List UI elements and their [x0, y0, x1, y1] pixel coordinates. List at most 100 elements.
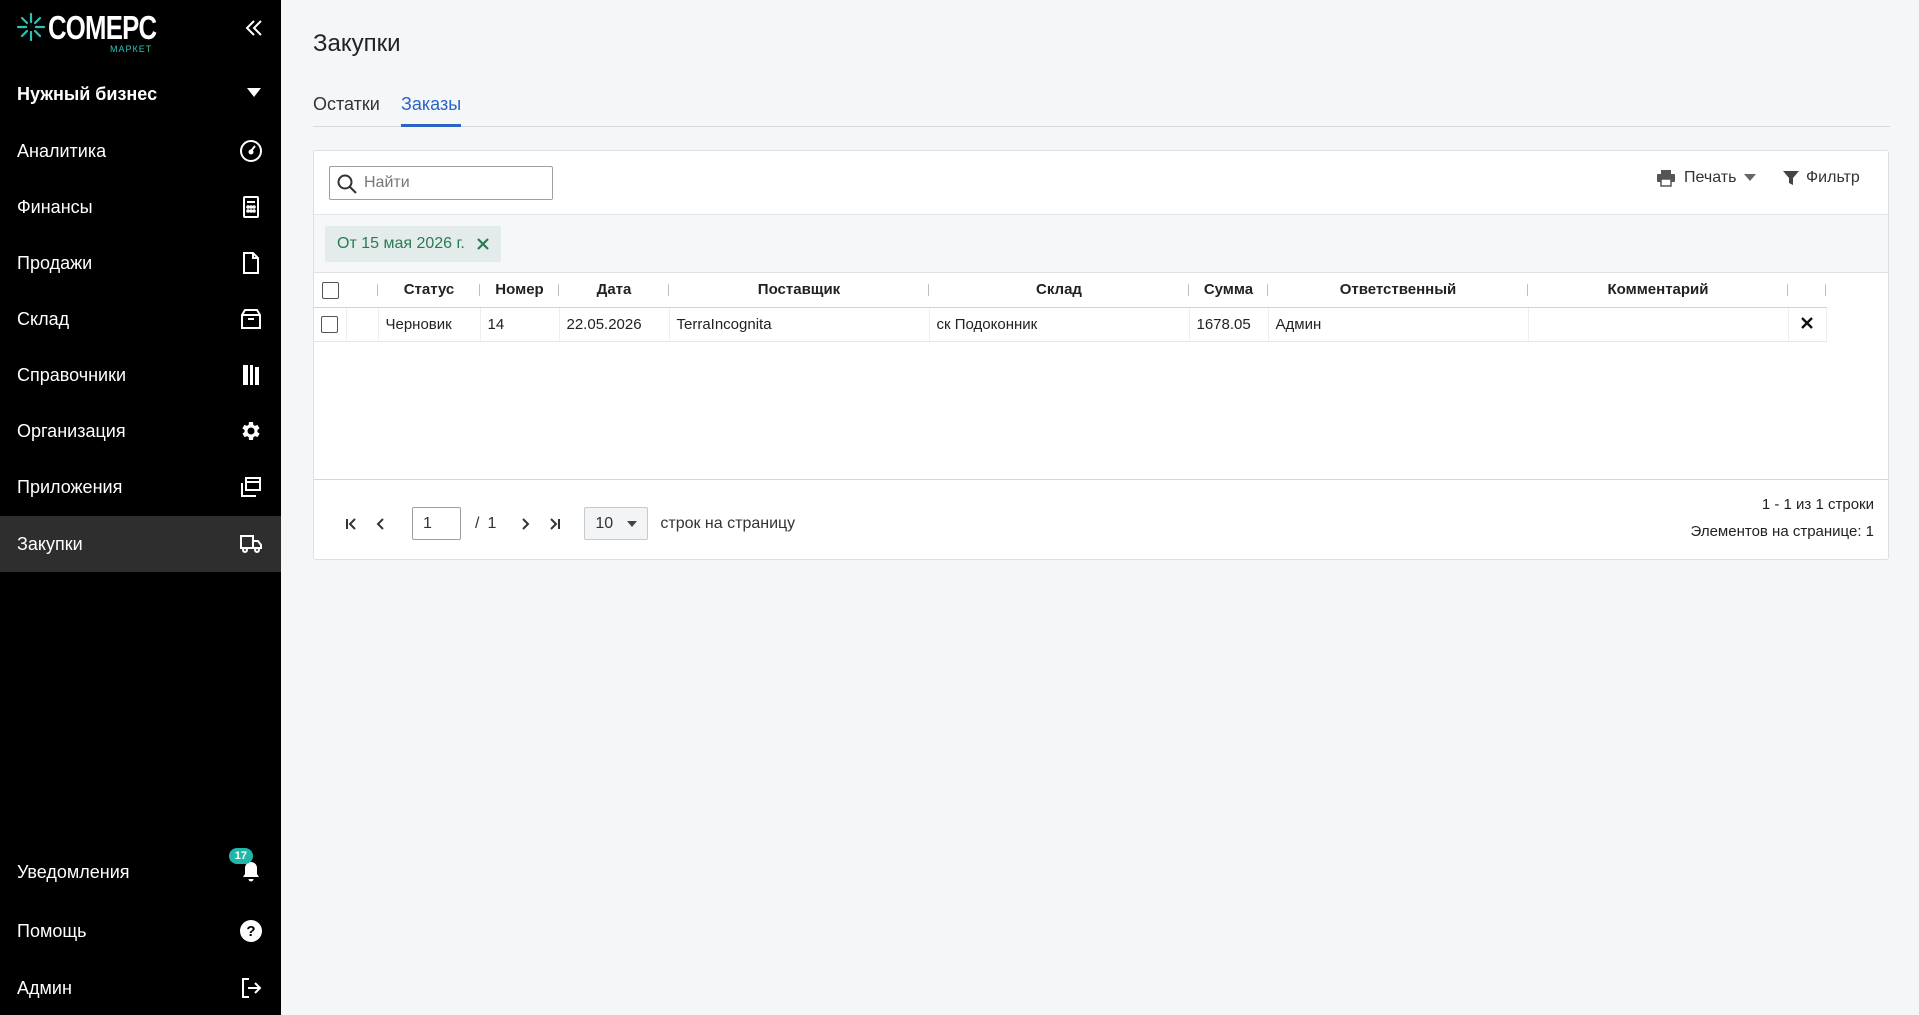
chevron-right-icon: [522, 517, 530, 530]
search-input[interactable]: [364, 174, 544, 192]
svg-text:?: ?: [246, 923, 255, 940]
printer-icon: [1657, 170, 1675, 187]
business-selector[interactable]: Нужный бизнес: [0, 72, 281, 116]
cell-responsible: Админ: [1268, 307, 1529, 342]
sidebar-item-purchases[interactable]: Закупки: [0, 516, 281, 572]
speedometer-icon: [237, 137, 265, 165]
caret-down-icon: [247, 88, 261, 97]
sidebar-item-label: Приложения: [17, 476, 123, 497]
sidebar-item-warehouse[interactable]: Склад: [0, 291, 281, 347]
sidebar-item-help[interactable]: Помощь ?: [0, 903, 281, 959]
page-separator: /: [475, 514, 480, 532]
row-checkbox[interactable]: [321, 315, 339, 333]
page-size-select[interactable]: 10: [584, 507, 649, 540]
business-name: Нужный бизнес: [17, 83, 158, 104]
brand-name: COMEPC: [48, 9, 157, 46]
sidebar: COMEPC МАРКЕТ Нужный бизнес Аналитика Фи…: [0, 0, 281, 1015]
sidebar-item-label: Продажи: [17, 252, 93, 273]
pagination: 1 / 1 10 строк на страницу: [336, 507, 795, 540]
filter-label: Фильтр: [1806, 169, 1860, 186]
sidebar-item-analytics[interactable]: Аналитика: [0, 123, 281, 179]
sidebar-item-references[interactable]: Справочники: [0, 347, 281, 403]
cell-comment: [1528, 307, 1789, 342]
column-header-comment[interactable]: Комментарий: [1528, 273, 1788, 308]
search-icon: [337, 174, 357, 194]
notifications-badge: 17: [228, 848, 253, 864]
column-header-actions: [1788, 273, 1826, 308]
calculator-icon: [237, 193, 265, 221]
first-page-button[interactable]: [336, 509, 366, 539]
document-icon: [237, 249, 265, 277]
sidebar-item-label: Склад: [17, 308, 70, 329]
cell-supplier: TerraIncognita: [669, 307, 930, 342]
column-header-warehouse[interactable]: Склад: [929, 273, 1189, 308]
cell-warehouse: ск Подоконник: [929, 307, 1190, 342]
select-all-cell: [314, 273, 346, 308]
sidebar-item-finance[interactable]: Финансы: [0, 179, 281, 235]
sidebar-item-organization[interactable]: Организация: [0, 403, 281, 459]
filter-chip-label: От 15 мая 2026 г.: [337, 235, 465, 252]
toolbar: Печать Фильтр: [314, 151, 1888, 215]
close-icon: [1801, 316, 1813, 329]
print-button[interactable]: Печать: [1656, 169, 1757, 187]
column-header-empty: [346, 273, 378, 308]
sidebar-item-label: Организация: [17, 420, 126, 441]
collapse-sidebar-button[interactable]: [240, 14, 268, 42]
tab-stock[interactable]: Остатки: [313, 94, 380, 124]
table-row[interactable]: Черновик 14 22.05.2026 TerraIncognita ск…: [314, 307, 1827, 342]
prev-page-button[interactable]: [366, 509, 396, 539]
double-chevron-left-icon: [245, 20, 262, 36]
items-per-page-info: Элементов на странице: 1: [1690, 523, 1874, 540]
filter-button[interactable]: Фильтр: [1782, 169, 1860, 187]
cell-number: 14: [480, 307, 560, 342]
caret-down-icon: [1744, 174, 1757, 181]
row-select-cell: [314, 307, 347, 342]
sidebar-item-sales[interactable]: Продажи: [0, 235, 281, 291]
column-header-responsible[interactable]: Ответственный: [1268, 273, 1528, 308]
sidebar-item-label: Аналитика: [17, 140, 107, 161]
windows-icon: [237, 473, 265, 501]
warehouse-box-icon: [237, 305, 265, 333]
column-header-number[interactable]: Номер: [480, 273, 559, 308]
rows-per-page-label: строк на страницу: [660, 514, 796, 532]
row-empty-cell: [346, 307, 379, 342]
sidebar-item-notifications[interactable]: Уведомления 17: [0, 844, 281, 900]
filter-chip-date: От 15 мая 2026 г.: [325, 226, 501, 262]
sidebar-item-apps[interactable]: Приложения: [0, 459, 281, 515]
page-size-value: 10: [595, 514, 614, 532]
help-icon: ?: [237, 917, 265, 945]
column-header-supplier[interactable]: Поставщик: [669, 273, 929, 308]
row-range: 1 - 1 из 1 строки: [1761, 496, 1874, 513]
caret-down-icon: [627, 521, 638, 527]
funnel-icon: [1783, 171, 1799, 185]
column-header-date[interactable]: Дата: [559, 273, 669, 308]
gear-icon: [237, 417, 265, 445]
page-number-input[interactable]: 1: [412, 507, 461, 540]
sidebar-item-admin[interactable]: Админ: [0, 960, 281, 1015]
orders-table: Статус Номер Дата Поставщик Склад Сумма …: [314, 273, 1827, 342]
logo-star-icon: [16, 12, 46, 42]
select-all-checkbox[interactable]: [321, 281, 339, 299]
table-header-row: Статус Номер Дата Поставщик Склад Сумма …: [314, 273, 1826, 308]
sidebar-item-label: Закупки: [17, 533, 83, 554]
last-page-button[interactable]: [540, 509, 570, 539]
search-box[interactable]: [329, 166, 553, 200]
sidebar-item-label: Админ: [17, 977, 72, 998]
row-delete-button[interactable]: [1788, 307, 1827, 342]
next-page-button[interactable]: [510, 509, 540, 539]
total-pages: 1: [487, 514, 497, 532]
column-header-sum[interactable]: Сумма: [1189, 273, 1268, 308]
remove-filter-button[interactable]: [477, 238, 489, 250]
brand-logo[interactable]: COMEPC МАРКЕТ: [16, 8, 176, 58]
sidebar-item-label: Помощь: [17, 920, 87, 941]
sidebar-item-label: Уведомления: [17, 861, 130, 882]
first-page-icon: [346, 517, 356, 530]
sidebar-item-label: Справочники: [17, 364, 127, 385]
orders-card: Печать Фильтр От 15 мая 2026 г. Статус Н…: [313, 150, 1889, 560]
tab-orders[interactable]: Заказы: [401, 94, 462, 127]
active-filters: От 15 мая 2026 г.: [314, 215, 1888, 273]
column-header-status[interactable]: Статус: [378, 273, 480, 308]
logout-icon: [237, 974, 265, 1002]
print-label: Печать: [1684, 169, 1737, 186]
cell-sum: 1678.05: [1189, 307, 1269, 342]
